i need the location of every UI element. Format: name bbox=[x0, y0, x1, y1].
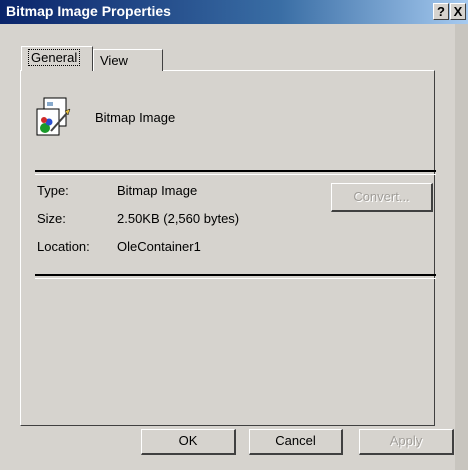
tab-view[interactable]: View bbox=[93, 49, 163, 71]
object-name: Bitmap Image bbox=[95, 110, 176, 125]
type-label: Type: bbox=[37, 183, 69, 198]
type-value: Bitmap Image bbox=[117, 183, 198, 198]
help-button[interactable]: ? bbox=[433, 3, 449, 20]
apply-button[interactable]: Apply bbox=[359, 429, 454, 455]
close-button[interactable]: X bbox=[450, 3, 466, 20]
separator bbox=[35, 274, 436, 279]
properties-dialog: Bitmap Image Properties ? X General View… bbox=[0, 0, 468, 470]
bitmap-image-icon bbox=[36, 97, 71, 136]
size-label: Size: bbox=[37, 211, 66, 226]
separator bbox=[35, 170, 436, 175]
location-label: Location: bbox=[37, 239, 90, 254]
size-value: 2.50KB (2,560 bytes) bbox=[117, 211, 240, 226]
window-title: Bitmap Image Properties bbox=[6, 3, 171, 19]
title-bar[interactable]: Bitmap Image Properties ? X bbox=[0, 0, 468, 24]
cancel-button[interactable]: Cancel bbox=[249, 429, 343, 455]
ok-button[interactable]: OK bbox=[141, 429, 236, 455]
window-edge bbox=[455, 24, 468, 470]
tab-general[interactable]: General bbox=[21, 46, 93, 71]
tab-general-label: General bbox=[28, 49, 81, 66]
location-value: OleContainer1 bbox=[117, 239, 201, 254]
tab-view-label: View bbox=[100, 53, 128, 68]
convert-button[interactable]: Convert... bbox=[331, 183, 433, 212]
